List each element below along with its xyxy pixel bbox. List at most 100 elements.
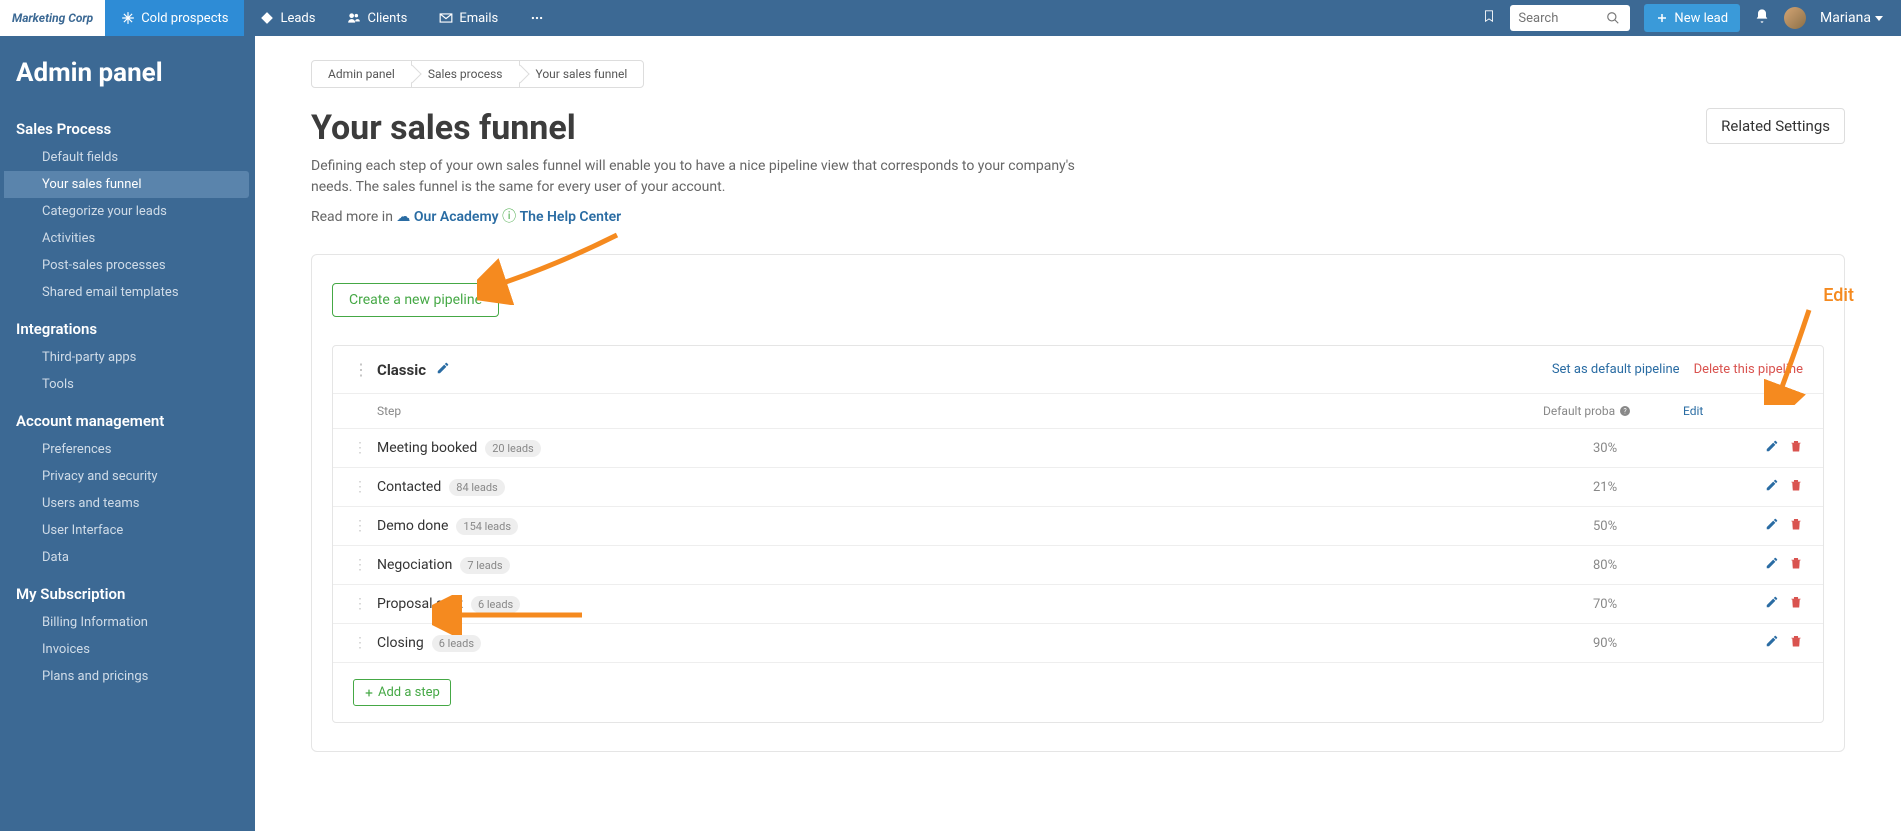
drag-handle-icon[interactable]: ⋮ <box>353 440 377 456</box>
main-content: Admin panel Sales process Your sales fun… <box>255 36 1901 831</box>
sidebar-item[interactable]: Your sales funnel <box>4 171 249 198</box>
nav-emails[interactable]: Emails <box>423 0 514 36</box>
edit-step-icon[interactable] <box>1765 478 1779 496</box>
page-title: Your sales funnel <box>311 108 1111 148</box>
sidebar-item[interactable]: Third-party apps <box>0 344 255 371</box>
sidebar-item[interactable]: Plans and pricings <box>0 663 255 690</box>
avatar[interactable] <box>1784 7 1806 29</box>
sidebar-item[interactable]: Preferences <box>0 436 255 463</box>
table-header: Step Default proba ? Edit <box>333 394 1823 429</box>
edit-step-icon[interactable] <box>1765 439 1779 457</box>
step-row: ⋮ Proposal sent6 leads 70% <box>333 585 1823 624</box>
sidebar-item[interactable]: Categorize your leads <box>0 198 255 225</box>
lead-count-badge: 7 leads <box>460 557 509 574</box>
nav-leads[interactable]: Leads <box>244 0 331 36</box>
drag-handle-icon[interactable]: ⋮ <box>353 596 377 612</box>
step-name: Negociation <box>377 557 452 573</box>
delete-step-icon[interactable] <box>1789 634 1803 652</box>
lead-count-badge: 154 leads <box>456 518 518 535</box>
breadcrumb-item[interactable]: Sales process <box>411 60 520 88</box>
step-name: Contacted <box>377 479 441 495</box>
add-step-label: Add a step <box>378 685 440 700</box>
lead-count-badge: 6 leads <box>471 596 520 613</box>
diamond-icon <box>260 11 274 25</box>
create-pipeline-button[interactable]: Create a new pipeline <box>332 283 499 317</box>
sidebar-item[interactable]: Invoices <box>0 636 255 663</box>
delete-step-icon[interactable] <box>1789 478 1803 496</box>
sidebar-item[interactable]: Activities <box>0 225 255 252</box>
sidebar-item[interactable]: Tools <box>0 371 255 398</box>
sidebar-item[interactable]: Billing Information <box>0 609 255 636</box>
sidebar-item[interactable]: Data <box>0 544 255 571</box>
search-icon <box>1606 11 1620 25</box>
help-center-link[interactable]: The Help Center <box>520 209 622 225</box>
read-more-label: Read more in <box>311 209 396 225</box>
step-proba: 80% <box>1593 558 1733 573</box>
edit-step-icon[interactable] <box>1765 595 1779 613</box>
sidebar-heading: Sales Process <box>0 120 255 144</box>
breadcrumb-item[interactable]: Admin panel <box>311 60 412 88</box>
nav-cold-prospects[interactable]: Cold prospects <box>105 0 244 36</box>
sidebar-item[interactable]: Privacy and security <box>0 463 255 490</box>
step-row: ⋮ Meeting booked20 leads 30% <box>333 429 1823 468</box>
drag-handle-icon[interactable]: ⋮ <box>353 557 377 573</box>
related-settings-button[interactable]: Related Settings <box>1706 108 1845 144</box>
drag-handle-icon[interactable]: ⋮ <box>353 360 369 379</box>
edit-step-icon[interactable] <box>1765 517 1779 535</box>
page-intro: Defining each step of your own sales fun… <box>311 156 1111 198</box>
delete-step-icon[interactable] <box>1789 517 1803 535</box>
academy-link[interactable]: Our Academy <box>414 209 499 225</box>
user-menu[interactable]: Mariana <box>1820 10 1883 26</box>
sidebar-item[interactable]: Post-sales processes <box>0 252 255 279</box>
sidebar-item[interactable]: Shared email templates <box>0 279 255 306</box>
delete-step-icon[interactable] <box>1789 595 1803 613</box>
col-edit-header[interactable]: Edit <box>1683 404 1743 418</box>
top-nav: Cold prospects Leads Clients Emails <box>105 0 560 36</box>
delete-step-icon[interactable] <box>1789 439 1803 457</box>
delete-step-icon[interactable] <box>1789 556 1803 574</box>
edit-pipeline-icon[interactable] <box>436 360 450 379</box>
caret-down-icon <box>1875 16 1883 21</box>
logo: Marketing Corp <box>0 0 105 36</box>
drag-handle-icon[interactable]: ⋮ <box>353 479 377 495</box>
breadcrumb: Admin panel Sales process Your sales fun… <box>311 60 1845 88</box>
annotation-arrow <box>477 225 627 305</box>
step-proba: 30% <box>1593 441 1733 456</box>
pipeline-header: ⋮ Classic Set as default pipeline Delete… <box>333 346 1823 394</box>
search-box[interactable] <box>1510 5 1630 31</box>
step-row: ⋮ Demo done154 leads 50% <box>333 507 1823 546</box>
bookmark-icon[interactable] <box>1482 8 1496 28</box>
sidebar: Admin panel Sales ProcessDefault fieldsY… <box>0 36 255 831</box>
drag-handle-icon[interactable]: ⋮ <box>353 635 377 651</box>
search-input[interactable] <box>1518 11 1606 26</box>
nav-more[interactable] <box>514 0 560 36</box>
step-name: Proposal sent <box>377 596 463 612</box>
sidebar-item[interactable]: Users and teams <box>0 490 255 517</box>
top-bar: Marketing Corp Cold prospects Leads Clie… <box>0 0 1901 36</box>
set-default-pipeline[interactable]: Set as default pipeline <box>1552 362 1680 377</box>
question-icon[interactable]: ? <box>1619 405 1631 417</box>
sidebar-item[interactable]: Default fields <box>0 144 255 171</box>
snowflake-icon <box>121 11 135 25</box>
step-row: ⋮ Negociation 7 leads 80% <box>333 546 1823 585</box>
add-step-button[interactable]: Add a step <box>353 679 451 706</box>
edit-step-icon[interactable] <box>1765 556 1779 574</box>
cloud-icon: ☁ <box>396 209 410 225</box>
lead-count-badge: 6 leads <box>432 635 481 652</box>
step-proba: 50% <box>1593 519 1733 534</box>
users-icon <box>347 11 361 25</box>
user-name-label: Mariana <box>1820 10 1871 26</box>
sidebar-item[interactable]: User Interface <box>0 517 255 544</box>
step-name: Closing <box>377 635 424 651</box>
drag-handle-icon[interactable]: ⋮ <box>353 518 377 534</box>
edit-step-icon[interactable] <box>1765 634 1779 652</box>
nav-label: Clients <box>367 11 407 26</box>
envelope-icon <box>439 11 453 25</box>
bell-icon[interactable] <box>1754 8 1770 28</box>
nav-clients[interactable]: Clients <box>331 0 423 36</box>
help-links: Read more in ☁ Our Academy ⓘ The Help Ce… <box>311 206 1111 226</box>
breadcrumb-item[interactable]: Your sales funnel <box>519 60 645 88</box>
delete-pipeline[interactable]: Delete this pipeline <box>1694 362 1803 377</box>
nav-label: Leads <box>280 11 315 26</box>
new-lead-button[interactable]: New lead <box>1644 4 1740 32</box>
